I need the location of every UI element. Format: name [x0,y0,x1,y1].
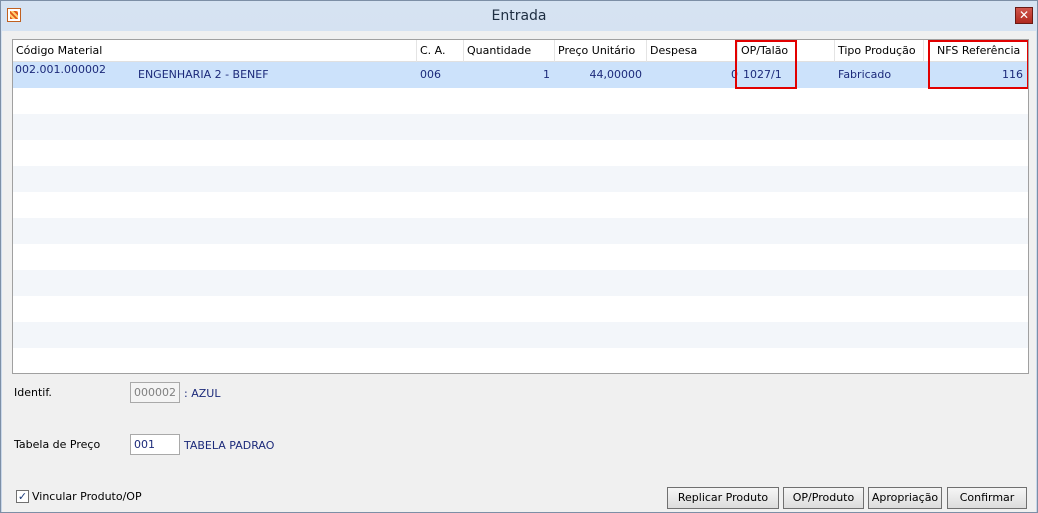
highlight-box-nfs-referencia [928,40,1028,89]
op-produto-button[interactable]: OP/Produto [783,487,864,509]
column-header-quantidade[interactable]: Quantidade [464,40,555,62]
empty-row [13,88,1028,114]
tabela-preco-label: Tabela de Preço [14,438,101,451]
empty-row [13,348,1028,373]
items-grid[interactable]: Código Material C. A. Quantidade Preço U… [12,39,1029,374]
empty-row [13,140,1028,166]
column-header-tipo-producao[interactable]: Tipo Produção [835,40,924,62]
close-icon: ✕ [1018,8,1030,22]
confirmar-button[interactable]: Confirmar [947,487,1027,509]
empty-row [13,270,1028,296]
vincular-produto-op-label[interactable]: Vincular Produto/OP [32,490,142,503]
vincular-produto-op-checkbox[interactable]: ✓ [16,490,29,503]
apropriacao-button[interactable]: Apropriação [868,487,942,509]
tabela-preco-description: TABELA PADRAO [184,439,275,452]
identif-field[interactable]: 000002 [130,382,180,403]
cell-despesa: 0 [731,68,738,81]
window-title: Entrada [491,8,547,24]
cell-codigo-material: 002.001.000002 [15,63,106,76]
entrada-window: Entrada ✕ Código Material C. A. Quantida… [0,0,1038,513]
empty-row [13,218,1028,244]
close-button[interactable]: ✕ [1015,7,1033,24]
checkmark-icon: ✓ [17,490,28,503]
identif-description: : AZUL [184,387,221,400]
empty-row [13,244,1028,270]
identif-label: Identif. [14,386,52,399]
empty-row [13,166,1028,192]
column-header-ca[interactable]: C. A. [417,40,464,62]
cell-ca: 006 [420,68,441,81]
empty-row [13,322,1028,348]
column-header-despesa[interactable]: Despesa [647,40,738,62]
cell-descricao: ENGENHARIA 2 - BENEF [138,68,269,81]
highlight-box-op-talao [735,40,797,89]
grid-header: Código Material C. A. Quantidade Preço U… [13,40,1028,62]
column-header-preco-unitario[interactable]: Preço Unitário [555,40,647,62]
title-bar: Entrada ✕ [1,1,1037,31]
grid-rows: 002.001.000002 ENGENHARIA 2 - BENEF 006 … [13,62,1028,373]
empty-row [13,114,1028,140]
tabela-preco-field[interactable]: 001 [130,434,180,455]
cell-tipo-producao: Fabricado [838,68,892,81]
empty-row [13,192,1028,218]
table-row[interactable]: 002.001.000002 ENGENHARIA 2 - BENEF 006 … [13,62,1028,88]
empty-row [13,296,1028,322]
cell-quantidade: 1 [543,68,550,81]
dialog-body: Código Material C. A. Quantidade Preço U… [2,31,1036,512]
cell-preco-unitario: 44,00000 [589,68,643,81]
replicar-produto-button[interactable]: Replicar Produto [667,487,779,509]
